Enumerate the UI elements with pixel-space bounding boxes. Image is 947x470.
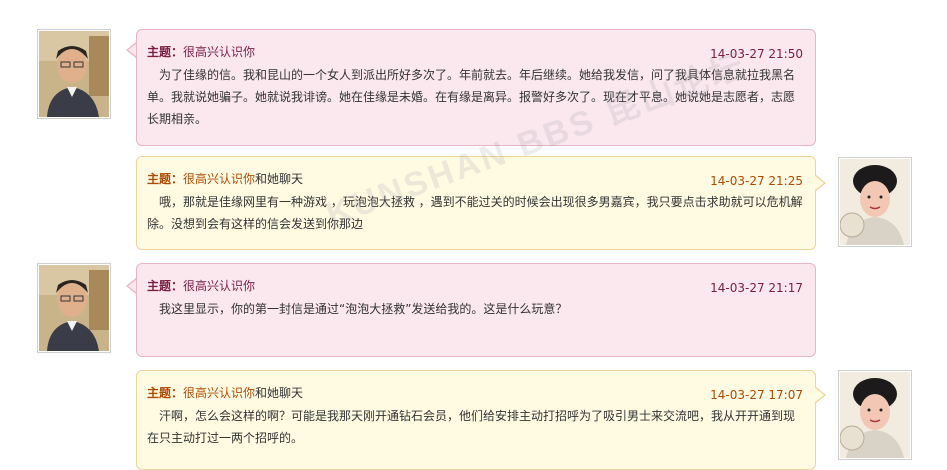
female-portrait-icon [840, 159, 910, 245]
topic-label: 主题： [147, 386, 184, 400]
topic-label: 主题： [147, 279, 184, 293]
message-body: 哦，那就是佳缘网里有一种游戏 ，玩泡泡大拯救 ，遇到不能过关的时候会出现很多男嘉… [147, 195, 803, 231]
male-portrait-icon [39, 265, 109, 351]
message-body: 为了佳缘的信。我和昆山的一个女人到派出所好多次了。年前就去。年后继续。她给我发信… [147, 68, 796, 126]
timestamp: 14-03-27 17:07 [710, 388, 803, 402]
timestamp: 14-03-27 21:50 [710, 47, 803, 61]
timestamp: 14-03-27 21:25 [710, 174, 803, 188]
topic-label: 主题： [147, 172, 184, 186]
avatar-female[interactable] [838, 157, 912, 247]
topic-link[interactable]: 很高兴认识你 [183, 172, 255, 186]
message-body: 汗啊，怎么会这样的啊？可能是我那天刚开通钻石会员，他们给安排主动打招呼为了吸引男… [147, 409, 796, 445]
timestamp: 14-03-27 21:17 [710, 281, 803, 295]
message-body: 我这里显示，你的第一封信是通过“泡泡大拯救”发送给我的。这是什么玩意？ [159, 302, 568, 316]
female-portrait-icon [840, 372, 910, 458]
male-portrait-icon [39, 31, 109, 117]
avatar-male[interactable] [37, 29, 111, 119]
avatar-female[interactable] [838, 370, 912, 460]
avatar-male[interactable] [37, 263, 111, 353]
topic-extra: 和她聊天 [255, 172, 304, 186]
topic-extra: 和她聊天 [255, 386, 304, 400]
topic-link[interactable]: 很高兴认识你 [183, 279, 255, 293]
topic-label: 主题： [147, 45, 184, 59]
topic-link[interactable]: 很高兴认识你 [183, 45, 255, 59]
topic-link[interactable]: 很高兴认识你 [183, 386, 255, 400]
